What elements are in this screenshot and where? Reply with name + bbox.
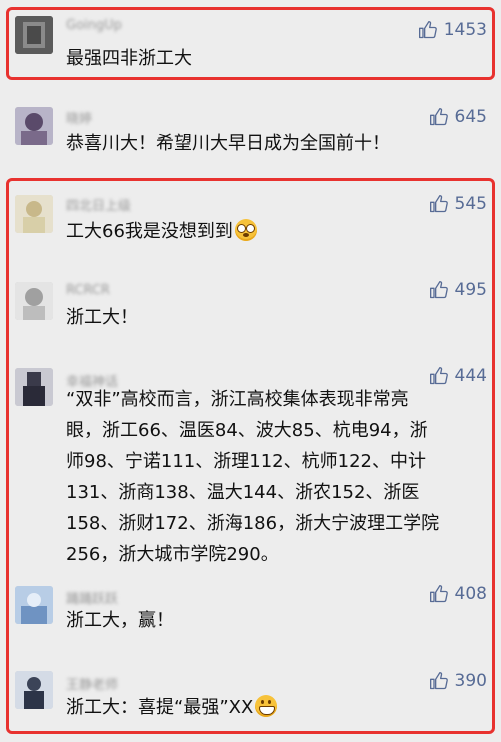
avatar[interactable]: [15, 282, 53, 320]
comment-text-content: 工大66我是没想到到: [66, 221, 233, 242]
like-button[interactable]: 645: [429, 107, 487, 127]
like-button[interactable]: 495: [429, 280, 487, 300]
commenter-name[interactable]: 王静老师: [66, 674, 118, 693]
comment-item: 四北日上级 545 工大66我是没想到到: [0, 180, 501, 260]
like-count: 495: [454, 280, 487, 300]
like-button[interactable]: 444: [429, 366, 487, 386]
comment-text: 浙工大：喜提“最强”XX: [66, 692, 479, 723]
comment-text: 浙工大！: [66, 307, 138, 328]
comment-text: 浙工大，赢！: [66, 610, 174, 631]
like-count: 545: [454, 194, 487, 214]
thumbs-up-icon: [429, 671, 449, 691]
thumbs-up-icon: [429, 194, 449, 214]
thumbs-up-icon: [429, 366, 449, 386]
thumbs-up-icon: [429, 107, 449, 127]
commenter-name[interactable]: 四北日上级: [66, 195, 131, 214]
like-count: 645: [454, 107, 487, 127]
comment-item: RCRCR 495 浙工大！: [0, 268, 501, 348]
comment-item: GoingUp 1453 最强四非浙工大: [0, 0, 501, 80]
like-count: 408: [454, 584, 487, 604]
thumbs-up-icon: [418, 20, 438, 40]
comment-text: 工大66我是没想到到: [66, 216, 479, 247]
avatar[interactable]: [15, 107, 53, 145]
comment-item: 王静老师 390 浙工大：喜提“最强”XX: [0, 657, 501, 742]
avatar[interactable]: [15, 16, 53, 54]
comment-item: 幸福神话 444 “双非”高校而言，浙江高校集体表现非常亮 眼，浙工66、温医8…: [0, 356, 501, 566]
comment-item: 踊踊跃跃 408 浙工大，赢！: [0, 570, 501, 650]
like-count: 1453: [443, 20, 487, 40]
like-button[interactable]: 390: [429, 671, 487, 691]
commenter-name[interactable]: RCRCR: [66, 283, 110, 298]
comment-text: 恭喜川大！希望川大早日成为全国前十！: [66, 133, 390, 154]
comment-text: “双非”高校而言，浙江高校集体表现非常亮 眼，浙工66、温医84、波大85、杭电…: [66, 389, 440, 565]
commenter-name[interactable]: 晓婷: [66, 108, 92, 127]
like-button[interactable]: 1453: [418, 20, 487, 40]
grinning-face-emoji: [255, 695, 278, 717]
like-count: 444: [454, 366, 487, 386]
thumbs-up-icon: [429, 280, 449, 300]
avatar[interactable]: [15, 586, 53, 624]
comment-text: 最强四非浙工大: [66, 48, 192, 69]
avatar[interactable]: [15, 195, 53, 233]
thumbs-up-icon: [429, 584, 449, 604]
like-count: 390: [454, 671, 487, 691]
like-button[interactable]: 545: [429, 194, 487, 214]
like-button[interactable]: 408: [429, 584, 487, 604]
comment-text-content: 浙工大：喜提“最强”XX: [66, 697, 254, 718]
avatar[interactable]: [15, 671, 53, 709]
avatar[interactable]: [15, 368, 53, 406]
commenter-name[interactable]: GoingUp: [66, 18, 122, 33]
comment-item: 晓婷 645 恭喜川大！希望川大早日成为全国前十！: [0, 90, 501, 170]
shocked-face-emoji: [234, 219, 257, 241]
